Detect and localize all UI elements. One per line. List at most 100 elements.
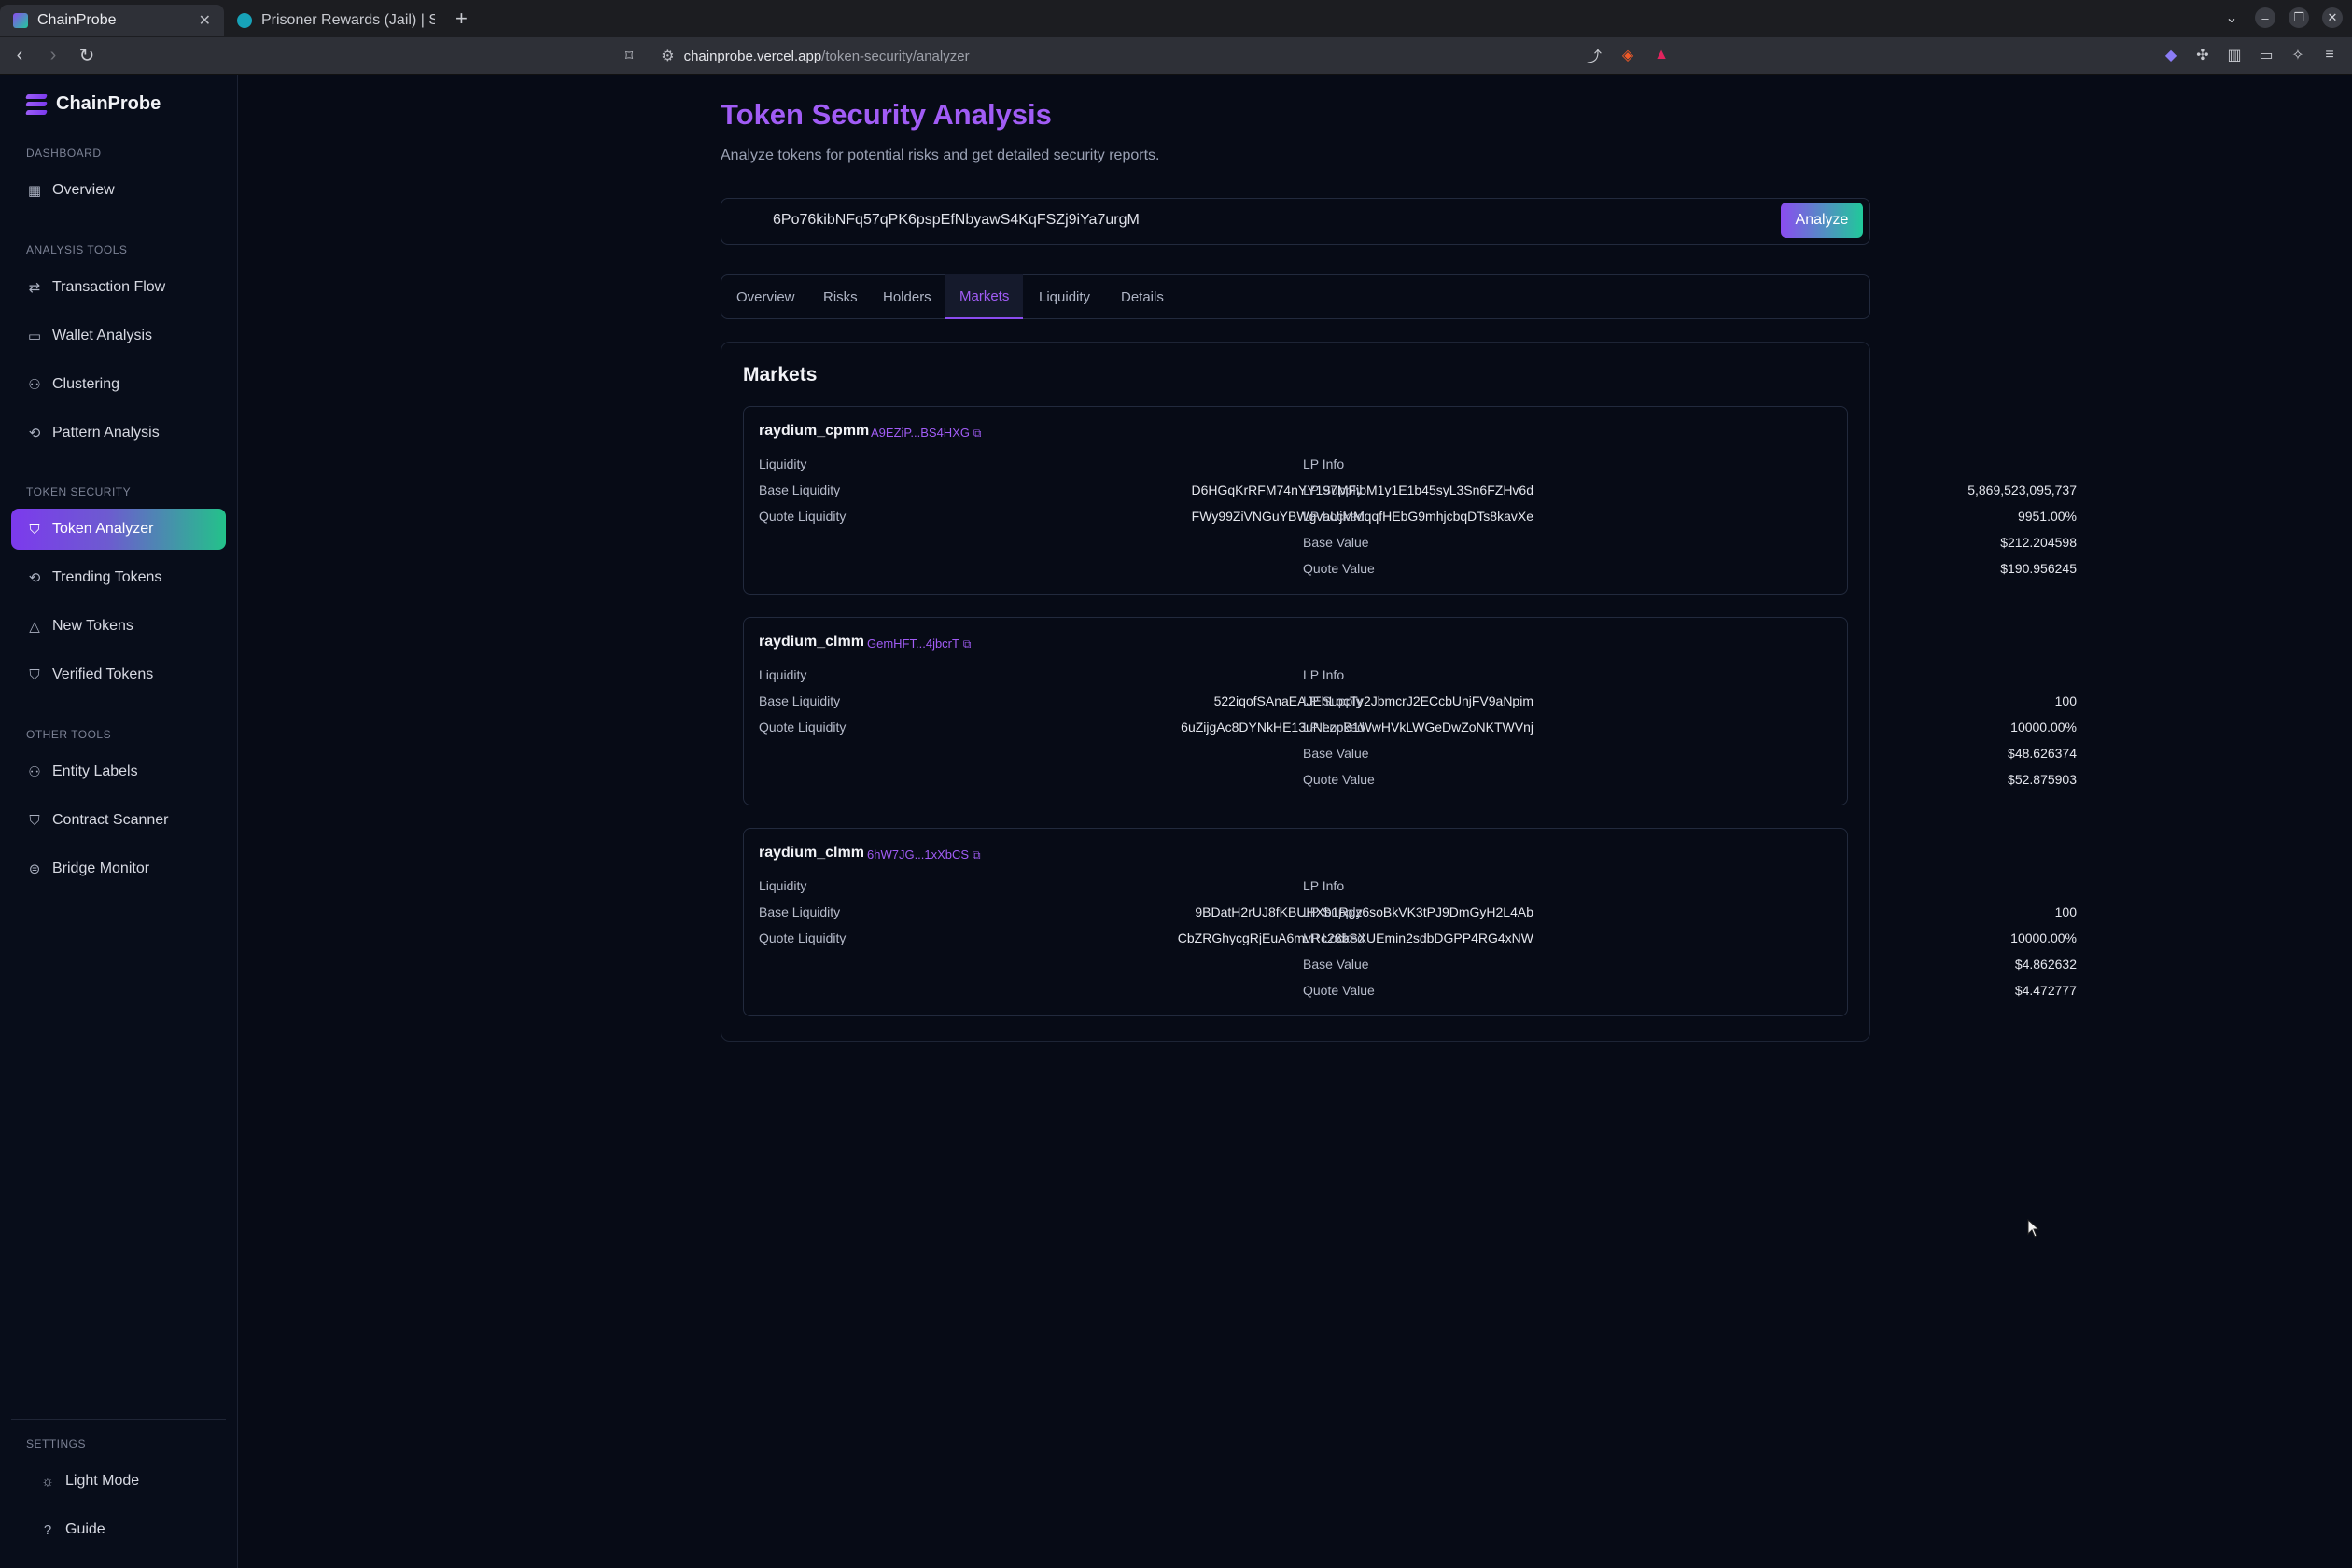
lp-locked-label: LP Locked — [1303, 509, 1365, 524]
tab-details[interactable]: Details — [1121, 274, 1164, 319]
url-field[interactable]: ⌑ ⚙ chainprobe.vercel.app/token-security… — [625, 37, 970, 75]
tab-risks[interactable]: Risks — [823, 274, 858, 319]
sidebar-item-label: Transaction Flow — [52, 279, 166, 295]
market-name: raydium_clmm — [759, 634, 864, 650]
section-settings: SETTINGS — [26, 1437, 87, 1450]
sidebar-item-bridge-monitor[interactable]: ⊜ Bridge Monitor — [11, 848, 226, 889]
url-host: chainprobe.vercel.app — [683, 48, 822, 64]
sun-icon: ☼ — [41, 1473, 54, 1490]
pattern-icon: ⟲ — [28, 426, 41, 441]
bookmark-icon[interactable]: ⌑ — [625, 47, 633, 65]
tab-holders[interactable]: Holders — [883, 274, 931, 319]
sidebar-item-label: Clustering — [52, 376, 120, 392]
lp-locked-label: LP Locked — [1303, 931, 1365, 945]
light-mode-button[interactable]: ☼ Light Mode — [11, 1461, 226, 1502]
sidebar-item-trending-tokens[interactable]: ⟲ Trending Tokens — [11, 557, 226, 598]
lp-locked-label: LP Locked — [1303, 720, 1365, 735]
new-tab-button[interactable]: + — [455, 7, 468, 31]
leo-ai-icon[interactable]: ✧ — [2289, 46, 2307, 64]
sidebar-item-label: Wallet Analysis — [52, 328, 152, 343]
sidebar-item-entity-labels[interactable]: ⚇ Entity Labels — [11, 751, 226, 792]
url-path: /token-security/analyzer — [821, 48, 970, 64]
quote-liquidity-label: Quote Liquidity — [759, 720, 847, 735]
sidebar-item-label: Contract Scanner — [52, 812, 169, 828]
bridge-icon: ⊜ — [28, 861, 41, 877]
brave-shield-icon[interactable]: ◈ — [1618, 46, 1637, 64]
share-icon[interactable]: ⤴ — [1585, 46, 1603, 65]
reload-icon[interactable]: ↻ — [73, 44, 101, 67]
browser-tab-prisoner[interactable]: Prisoner Rewards (Jail) | Sol — [224, 5, 448, 36]
sidebar-item-verified-tokens[interactable]: ⛉ Verified Tokens — [11, 654, 226, 695]
chainprobe-logo-icon — [25, 93, 48, 115]
base-value: $4.862632 — [2014, 957, 2077, 972]
sidebar-item-label: Token Analyzer — [52, 521, 154, 537]
base-value-label: Base Value — [1303, 746, 1369, 761]
market-address: 6hW7JG...1xXbCS — [867, 847, 970, 861]
quote-value: $52.875903 — [2008, 772, 2077, 787]
sidebar-item-clustering[interactable]: ⚇ Clustering — [11, 364, 226, 405]
tab-list-chevron-icon[interactable]: ⌄ — [2221, 7, 2242, 28]
shield-check-icon: ⛉ — [29, 666, 40, 683]
sidebar-item-pattern-analysis[interactable]: ⟲ Pattern Analysis — [11, 413, 226, 454]
extension-icon[interactable]: ◆ — [2162, 46, 2180, 64]
back-arrow-icon[interactable]: ‹ — [6, 45, 34, 66]
token-address-value: 6Po76kibNFq57qPK6pspEfNbyawS4KqFSZj9iYa7… — [773, 212, 1140, 228]
market-address-link[interactable]: A9EZiP...BS4HXG ⧉ — [871, 425, 981, 441]
sidebar-item-new-tokens[interactable]: △ New Tokens — [11, 606, 226, 647]
wallet-icon: ▭ — [27, 329, 42, 344]
tab-markets[interactable]: Markets — [945, 274, 1024, 319]
sidebar-divider — [11, 1419, 226, 1420]
brave-rewards-icon[interactable]: ▲ — [1652, 46, 1671, 64]
external-link-icon: ⧉ — [962, 637, 972, 651]
extensions-puzzle-icon[interactable]: ✣ — [2193, 46, 2212, 64]
sidebar-item-transaction-flow[interactable]: ⇄ Transaction Flow — [11, 267, 226, 308]
close-window-button[interactable]: ✕ — [2322, 7, 2343, 28]
quote-value: $4.472777 — [2014, 983, 2077, 998]
sidebar-item-contract-scanner[interactable]: ⛉ Contract Scanner — [11, 800, 226, 841]
menu-icon[interactable]: ≡ — [2320, 46, 2339, 64]
shield-icon: ⛉ — [29, 521, 40, 538]
minimize-window-button[interactable]: – — [2255, 7, 2275, 28]
section-token-security: TOKEN SECURITY — [26, 485, 132, 498]
close-tab-icon[interactable]: ✕ — [199, 11, 211, 30]
browser-tab-chainprobe[interactable]: ChainProbe ✕ — [0, 5, 224, 36]
lp-supply-value: 100 — [2054, 904, 2077, 919]
page-subtitle: Analyze tokens for potential risks and g… — [721, 147, 1160, 163]
analyze-button[interactable]: Analyze — [1781, 203, 1863, 238]
base-liquidity-value: 522iqofSAnaEAJEhLocTy2JbmcrJ2ECcbUnjFV9a… — [1213, 693, 1533, 708]
external-link-icon: ⧉ — [973, 848, 981, 861]
base-value: $48.626374 — [2008, 746, 2077, 761]
base-liquidity-value: D6HGqKrRFM74nYY197MFibM1y1E1b45syL3Sn6FZ… — [1191, 483, 1534, 497]
lp-locked-value: 10000.00% — [2010, 720, 2077, 735]
market-address-link[interactable]: GemHFT...4jbcrT ⧉ — [867, 636, 971, 651]
brand[interactable]: ChainProbe — [25, 93, 161, 115]
sidebar-item-token-analyzer[interactable]: ⛉ Token Analyzer — [11, 509, 226, 550]
browser-address-bar: ‹ › ↻ ⌑ ⚙ chainprobe.vercel.app/token-se… — [0, 37, 2352, 75]
tab-liquidity[interactable]: Liquidity — [1039, 274, 1090, 319]
liquidity-heading: Liquidity — [759, 667, 807, 682]
base-value-label: Base Value — [1303, 535, 1369, 550]
restore-window-button[interactable]: ❐ — [2289, 7, 2309, 28]
sidebar-item-label: Trending Tokens — [52, 569, 162, 585]
external-link-icon: ⧉ — [973, 427, 982, 440]
lp-info-heading: LP Info — [1303, 456, 1345, 471]
sidebar-item-overview[interactable]: ▦ Overview — [11, 170, 226, 211]
sidebar-item-wallet-analysis[interactable]: ▭ Wallet Analysis — [11, 315, 226, 357]
market-address: GemHFT...4jbcrT — [867, 637, 959, 651]
market-address-link[interactable]: 6hW7JG...1xXbCS ⧉ — [867, 847, 981, 862]
site-info-icon[interactable]: ⚙ — [661, 47, 674, 65]
help-circle-icon: ? — [43, 1521, 52, 1538]
browser-tab-title: Prisoner Rewards (Jail) | Sol — [261, 12, 435, 28]
quote-value-label: Quote Value — [1303, 772, 1375, 787]
base-liquidity-value: 9BDatH2rUJ8fKBUHXb1Rgz6soBkVK3tPJ9DmGyH2… — [1195, 904, 1533, 919]
wallet-icon[interactable]: ▭ — [2257, 46, 2275, 64]
user-icon: ⚇ — [28, 764, 41, 780]
sidebar-toggle-icon[interactable]: ▥ — [2225, 46, 2244, 64]
forward-arrow-icon[interactable]: › — [39, 45, 67, 66]
guide-button[interactable]: ? Guide — [11, 1509, 226, 1550]
section-other-tools: OTHER TOOLS — [26, 728, 112, 741]
tab-overview[interactable]: Overview — [736, 274, 795, 319]
flow-icon: ⇄ — [28, 280, 41, 296]
quote-liquidity-label: Quote Liquidity — [759, 931, 847, 945]
markets-panel-title: Markets — [743, 364, 818, 385]
